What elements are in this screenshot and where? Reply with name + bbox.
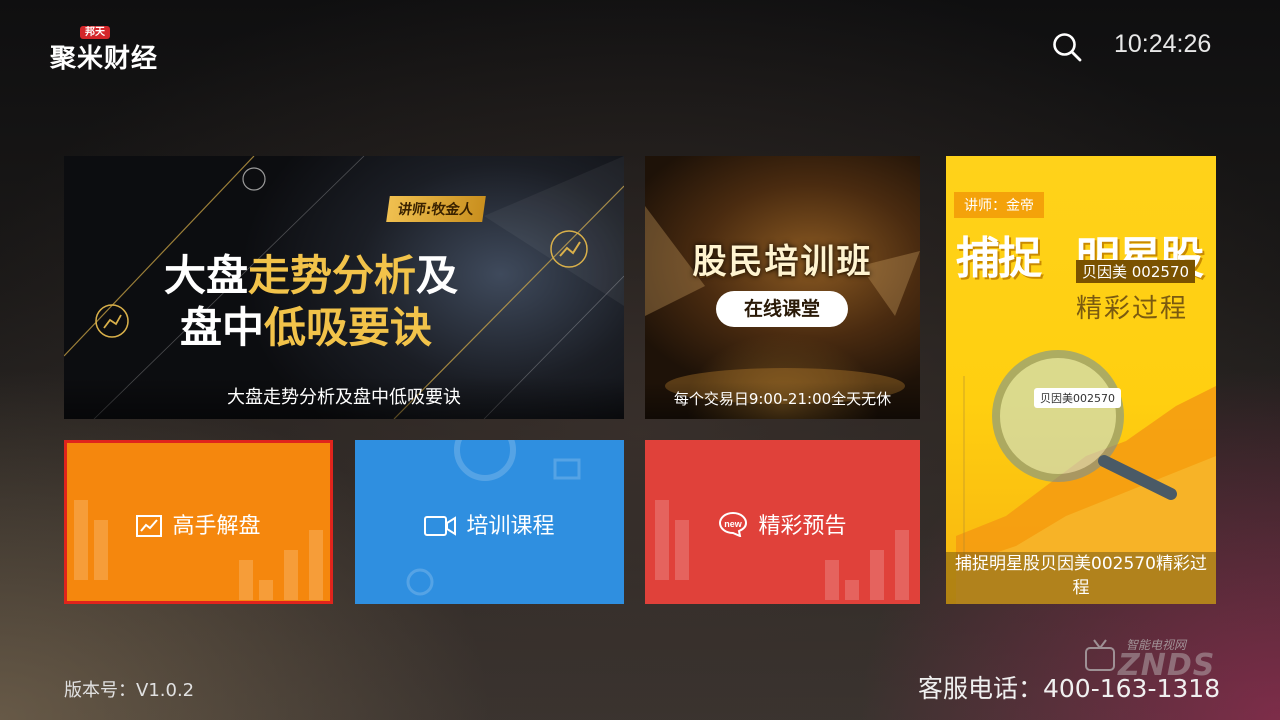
banner-investor-training[interactable]: 股民培训班 在线课堂 每个交易日9:00-21:00全天无休 [645, 156, 920, 419]
headline-catch: 捕捉 [956, 233, 1042, 284]
chart-icon [136, 515, 163, 537]
tile-training-courses[interactable]: 培训课程 [355, 440, 624, 604]
lecturer-tag: 讲师：金帝 [954, 192, 1044, 218]
svg-text:new: new [725, 519, 744, 529]
watermark-brand: ZNDS [1118, 648, 1216, 683]
lecturer-tag: 讲师:牧金人 [386, 196, 486, 222]
lens-stock-label: 贝因美002570 [1034, 388, 1121, 408]
stock-name: 贝因美 002570 [1076, 260, 1196, 283]
title-part: 盘中 [180, 303, 265, 352]
banner-caption: 大盘走势分析及盘中低吸要诀 [64, 377, 624, 419]
tile-text: 培训课程 [466, 514, 555, 539]
banner-title-line2: 盘中低吸要诀 [180, 294, 432, 355]
tile-label: 高手解盘 [64, 508, 333, 540]
video-camera-icon [424, 516, 457, 536]
banner-caption: 每个交易日9:00-21:00全天无休 [645, 382, 920, 419]
new-badge-icon: new [719, 511, 748, 538]
banner-subtitle: 精彩过程 [1076, 294, 1189, 324]
banner-title: 股民培训班 [692, 242, 873, 282]
title-part: 大盘 [164, 251, 249, 300]
brand-name: 聚米财经 [50, 44, 159, 74]
tile-text: 精彩预告 [758, 514, 847, 539]
search-icon[interactable] [1052, 32, 1082, 62]
banner-caption: 捕捉明星股贝因美002570精彩过程 [946, 552, 1216, 604]
tv-icon [1085, 639, 1115, 671]
online-class-pill: 在线课堂 [716, 291, 848, 327]
version-label: 版本号：V1.0.2 [64, 680, 195, 701]
tile-highlights-preview[interactable]: new 精彩预告 [645, 440, 920, 604]
banner-star-stock[interactable]: 讲师：金帝 捕捉 明星股 贝因美 002570 精彩过程 贝因美002570 捕… [946, 156, 1216, 604]
tile-label: 培训课程 [355, 508, 624, 540]
banner-decoration [645, 206, 920, 404]
clock: 10:24:26 [1114, 30, 1212, 58]
brand-logo: 邦天 聚米财经 [50, 26, 190, 74]
title-highlight: 走势分析 [248, 251, 417, 300]
title-part: 及 [416, 251, 459, 300]
site-watermark: 智能电视网 ZNDS [1082, 634, 1242, 684]
banner-market-analysis[interactable]: 讲师:牧金人 大盘走势分析及 盘中低吸要诀 大盘走势分析及盘中低吸要诀 [64, 156, 624, 419]
tile-label: new 精彩预告 [645, 508, 920, 540]
tile-expert-analysis[interactable]: 高手解盘 [64, 440, 333, 604]
title-highlight: 低吸要诀 [264, 303, 433, 352]
tile-text: 高手解盘 [172, 514, 261, 539]
